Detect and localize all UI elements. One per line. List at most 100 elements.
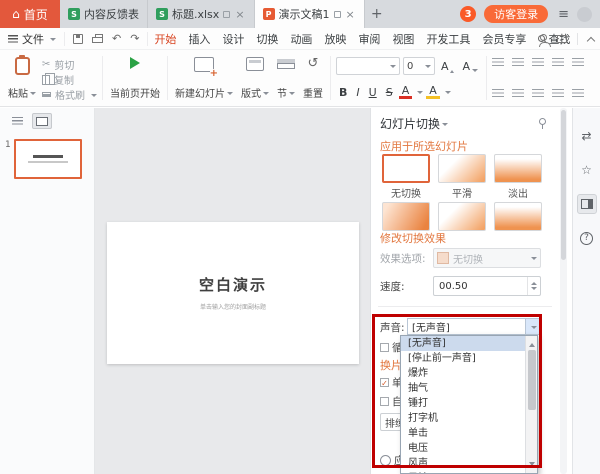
- menu-item-animation[interactable]: 动画: [284, 29, 318, 49]
- sound-option-click[interactable]: 单击: [401, 426, 525, 441]
- numbering-icon[interactable]: [512, 58, 524, 67]
- layout-button[interactable]: 版式: [237, 53, 273, 103]
- file-menu-button[interactable]: 文件: [0, 31, 64, 47]
- scrollbar-thumb[interactable]: [561, 110, 566, 260]
- transition-option[interactable]: [492, 202, 544, 231]
- slide-view-button[interactable]: [32, 113, 52, 129]
- line-spacing-icon[interactable]: [572, 58, 584, 67]
- increase-font-button[interactable]: A: [438, 60, 457, 73]
- sound-option-chime[interactable]: 风铃: [401, 471, 525, 473]
- scroll-down-icon[interactable]: [529, 462, 535, 469]
- tab-title-xlsx[interactable]: S 标题.xlsx ×: [148, 0, 255, 28]
- sound-option-suction[interactable]: 抽气: [401, 381, 525, 396]
- indent-decrease-icon[interactable]: [532, 58, 544, 67]
- chevron-down-icon[interactable]: [442, 123, 448, 129]
- account-icon[interactable]: [540, 34, 547, 41]
- effect-option-select[interactable]: 无切换: [433, 248, 541, 268]
- copy-button[interactable]: 复制: [42, 72, 97, 87]
- sound-loop-checkbox-row[interactable]: 循环播放，到下一声音开始时: [380, 340, 402, 355]
- outline-view-button[interactable]: [7, 113, 27, 129]
- align-right-icon[interactable]: [532, 89, 544, 98]
- paste-button[interactable]: 粘贴: [4, 53, 40, 103]
- new-slide-button[interactable]: 新建幻灯片: [171, 53, 237, 103]
- new-tab-button[interactable]: +: [365, 0, 389, 28]
- sound-option-explosion[interactable]: 爆炸: [401, 366, 525, 381]
- font-name-select[interactable]: [336, 57, 400, 75]
- play-from-current-button[interactable]: 当前页开始: [106, 53, 164, 103]
- checkbox-checked-icon[interactable]: [380, 378, 389, 387]
- undo-icon[interactable]: ↶: [112, 33, 121, 44]
- scrollbar-thumb[interactable]: [528, 350, 536, 410]
- home-tab[interactable]: ⌂ 首页: [0, 0, 60, 28]
- tab-content-feedback[interactable]: S 内容反馈表: [60, 0, 148, 28]
- redo-icon[interactable]: ↷: [130, 33, 139, 44]
- bullets-icon[interactable]: [492, 58, 504, 67]
- menu-item-view[interactable]: 视图: [386, 29, 420, 49]
- format-painter-button[interactable]: 格式刷: [42, 87, 97, 102]
- sound-option-voltage[interactable]: 电压: [401, 441, 525, 456]
- task-pane-toggle-icon[interactable]: [577, 194, 597, 214]
- pin-icon[interactable]: [539, 118, 546, 125]
- guest-login-button[interactable]: 访客登录: [484, 5, 548, 23]
- section-button[interactable]: 节: [273, 53, 299, 103]
- dropdown-scrollbar[interactable]: [525, 336, 537, 473]
- font-size-select[interactable]: 0: [403, 57, 435, 75]
- menu-item-transitions[interactable]: 切换: [250, 29, 284, 49]
- align-left-icon[interactable]: [492, 89, 504, 98]
- highlight-color-button[interactable]: A: [426, 85, 440, 99]
- text-direction-icon[interactable]: [572, 89, 584, 98]
- justify-icon[interactable]: [552, 89, 564, 98]
- slide-title-text[interactable]: 空白演示: [107, 274, 359, 295]
- font-color-button[interactable]: A: [399, 85, 413, 99]
- bold-button[interactable]: B: [336, 86, 350, 99]
- transition-fade[interactable]: 淡出: [492, 154, 544, 200]
- slide-1-thumbnail[interactable]: [14, 139, 82, 179]
- cut-button[interactable]: ✂ 剪切: [42, 57, 97, 72]
- align-center-icon[interactable]: [512, 89, 524, 98]
- save-icon[interactable]: [73, 34, 83, 44]
- transition-option[interactable]: [380, 202, 432, 231]
- sound-select-arrow[interactable]: [525, 319, 540, 334]
- indent-increase-icon[interactable]: [552, 58, 564, 67]
- avatar[interactable]: [577, 7, 592, 22]
- sound-select[interactable]: [无声音]: [407, 318, 541, 335]
- sound-option-no-sound[interactable]: [无声音]: [401, 336, 525, 351]
- sound-option-typewriter[interactable]: 打字机: [401, 411, 525, 426]
- sound-option-wind[interactable]: 风声: [401, 456, 525, 471]
- menu-item-review[interactable]: 审阅: [352, 29, 386, 49]
- slide-canvas[interactable]: 空白演示 单击输入您的封面副标题: [107, 222, 359, 364]
- scroll-up-icon[interactable]: [529, 340, 535, 347]
- slide-subtitle-text[interactable]: 单击输入您的封面副标题: [107, 302, 359, 311]
- speed-stepper[interactable]: [527, 277, 540, 295]
- pane-scrollbar[interactable]: [560, 108, 567, 474]
- checkbox-unchecked-icon[interactable]: [380, 343, 389, 352]
- menu-item-insert[interactable]: 插入: [182, 29, 216, 49]
- help-icon[interactable]: ?: [577, 228, 597, 248]
- star-icon[interactable]: ☆: [577, 160, 597, 180]
- menu-item-devtools[interactable]: 开发工具: [420, 29, 476, 49]
- strikethrough-button[interactable]: S: [383, 86, 396, 99]
- reset-button[interactable]: ↺ 重置: [299, 53, 327, 103]
- collapse-ribbon-icon[interactable]: [587, 36, 595, 44]
- tab-presentation1[interactable]: P 演示文稿1 ×: [255, 0, 365, 28]
- transition-smooth[interactable]: 平滑: [436, 154, 488, 200]
- italic-button[interactable]: I: [353, 86, 362, 99]
- close-tab-icon[interactable]: ×: [345, 8, 356, 21]
- speed-input[interactable]: 00.50: [433, 276, 541, 296]
- notification-badge[interactable]: 3: [460, 6, 476, 22]
- switch-panes-icon[interactable]: ⇄: [577, 126, 597, 146]
- menu-item-design[interactable]: 设计: [216, 29, 250, 49]
- transition-none[interactable]: 无切换: [380, 154, 432, 200]
- menu-item-slideshow[interactable]: 放映: [318, 29, 352, 49]
- close-tab-icon[interactable]: ×: [234, 8, 245, 21]
- menu-icon[interactable]: ≡: [558, 7, 569, 22]
- menu-item-home[interactable]: 开始: [148, 29, 182, 49]
- underline-button[interactable]: U: [366, 86, 380, 99]
- sound-option-stop-previous[interactable]: [停止前一声音]: [401, 351, 525, 366]
- decrease-font-button[interactable]: A: [460, 60, 482, 73]
- window-icon[interactable]: [557, 35, 567, 43]
- transition-option[interactable]: [436, 202, 488, 231]
- menu-item-member[interactable]: 会员专享: [476, 29, 532, 49]
- print-icon[interactable]: [92, 37, 103, 43]
- sound-option-hammer[interactable]: 锤打: [401, 396, 525, 411]
